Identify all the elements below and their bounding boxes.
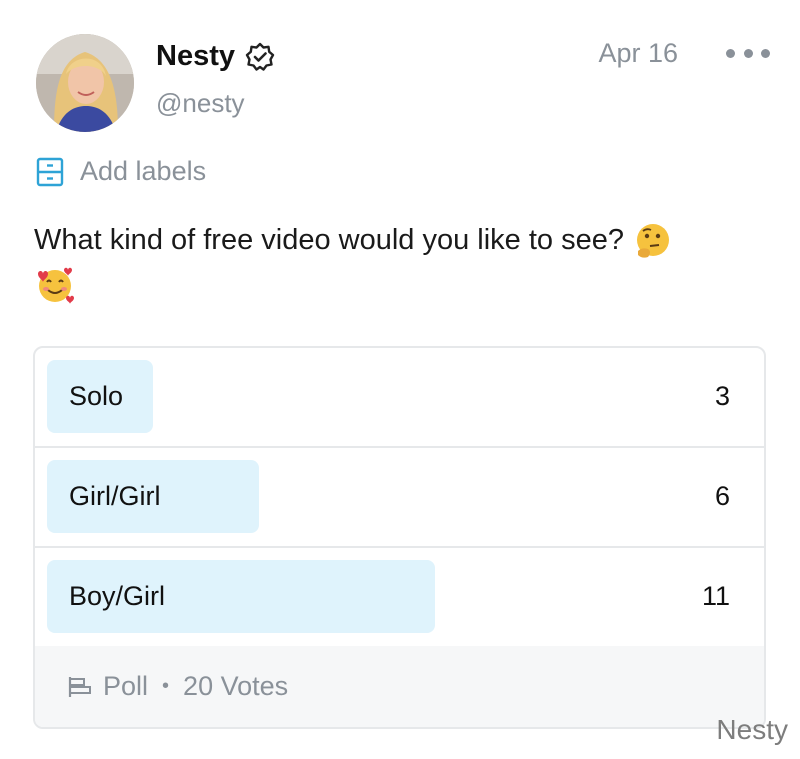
poll-total-votes: 20 Votes [183, 671, 289, 701]
poll-icon [68, 676, 91, 697]
poll-option-votes: 11 [701, 581, 730, 611]
poll-option[interactable]: Boy/Girl 11 [35, 548, 764, 648]
poll-option-label: Girl/Girl [69, 481, 161, 511]
thinking-face-emoji-icon [637, 224, 670, 259]
more-options-icon[interactable] [726, 38, 770, 68]
post-text: What kind of free video would you like t… [34, 218, 754, 306]
poll-option[interactable]: Girl/Girl 6 [35, 448, 764, 548]
watermark: Nesty [716, 714, 788, 745]
post-header: Nesty @nesty Apr 16 [36, 34, 770, 134]
avatar-image [36, 34, 134, 132]
separator: • [162, 675, 170, 697]
add-labels-text: Add labels [80, 156, 207, 186]
poll-footer-label: Poll [103, 671, 149, 701]
post-body: What kind of free video would you like t… [34, 224, 624, 256]
poll-option[interactable]: Solo 3 [35, 348, 764, 448]
more-dot [761, 48, 770, 58]
more-dot [743, 48, 753, 58]
poll-option-label: Solo [69, 381, 124, 411]
add-labels-button[interactable]: Add labels [36, 156, 206, 187]
poll-option-label: Boy/Girl [69, 581, 166, 611]
poll: Solo 3 Girl/Girl 6 Boy/Girl 11 Poll • 20… [33, 346, 766, 729]
smiling-face-with-hearts-emoji-icon [38, 268, 74, 305]
verified-badge-icon [245, 42, 275, 71]
poll-option-votes: 3 [714, 381, 730, 411]
author-handle[interactable]: @nesty [156, 88, 245, 119]
post-date: Apr 16 [598, 38, 678, 68]
label-drawer-icon [36, 157, 64, 186]
more-dot [726, 48, 735, 58]
avatar[interactable] [36, 34, 134, 132]
author-name-row: Nesty [156, 40, 275, 73]
author-name[interactable]: Nesty [156, 40, 235, 73]
poll-footer: Poll • 20 Votes [35, 646, 764, 727]
poll-option-votes: 6 [714, 481, 730, 511]
